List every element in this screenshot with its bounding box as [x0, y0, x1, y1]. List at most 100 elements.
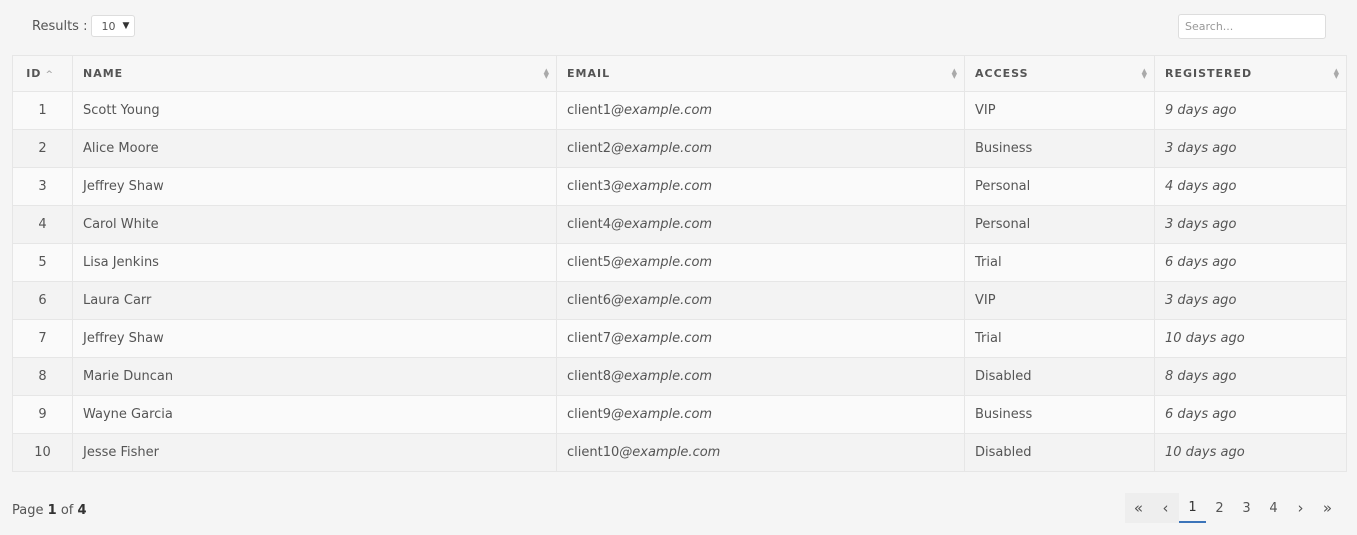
cell-id: 6 [12, 281, 73, 320]
cell-access: VIP [964, 91, 1155, 130]
page-button-3[interactable]: 3 [1233, 493, 1260, 523]
email-domain: @example.com [610, 217, 713, 232]
table-row[interactable]: 5 Lisa Jenkins client5@example.com Trial… [12, 243, 1347, 282]
email-user: client9 [567, 407, 611, 422]
current-page: 1 [47, 503, 57, 518]
cell-id: 9 [12, 395, 73, 434]
pagination: « ‹ 1 2 3 4 › » [1125, 493, 1341, 523]
cell-name: Jeffrey Shaw [72, 319, 557, 358]
first-page-button[interactable]: « [1125, 493, 1152, 523]
cell-registered: 10 days ago [1154, 433, 1347, 472]
email-domain: @example.com [610, 407, 713, 422]
page-button-1[interactable]: 1 [1179, 493, 1206, 523]
page-info: Page 1 of 4 [12, 503, 87, 518]
table-row[interactable]: 9 Wayne Garcia client9@example.com Busin… [12, 395, 1347, 434]
cell-email: client8@example.com [556, 357, 965, 396]
email-domain: @example.com [610, 179, 713, 194]
next-page-button[interactable]: › [1287, 493, 1314, 523]
cell-registered: 3 days ago [1154, 205, 1347, 244]
table-row[interactable]: 1 Scott Young client1@example.com VIP 9 … [12, 91, 1347, 130]
cell-access: VIP [964, 281, 1155, 320]
sort-ascending-icon: ^ [45, 70, 54, 80]
cell-registered: 6 days ago [1154, 395, 1347, 434]
page-word: Page [12, 503, 44, 518]
email-user: client10 [567, 445, 620, 460]
cell-name: Lisa Jenkins [72, 243, 557, 282]
email-domain: @example.com [610, 331, 713, 346]
search-input[interactable] [1178, 14, 1326, 39]
cell-email: client6@example.com [556, 281, 965, 320]
cell-id: 1 [12, 91, 73, 130]
caret-down-icon: ▼ [122, 21, 130, 31]
cell-registered: 3 days ago [1154, 281, 1347, 320]
cell-id: 4 [12, 205, 73, 244]
cell-name: Wayne Garcia [72, 395, 557, 434]
cell-registered: 10 days ago [1154, 319, 1347, 358]
page-button-4[interactable]: 4 [1260, 493, 1287, 523]
column-label: EMAIL [567, 67, 611, 80]
email-user: client6 [567, 293, 611, 308]
cell-email: client7@example.com [556, 319, 965, 358]
cell-id: 3 [12, 167, 73, 206]
table-row[interactable]: 3 Jeffrey Shaw client3@example.com Perso… [12, 167, 1347, 206]
cell-access: Business [964, 395, 1155, 434]
page-button-2[interactable]: 2 [1206, 493, 1233, 523]
cell-name: Jeffrey Shaw [72, 167, 557, 206]
table-header-row: ID ^ NAME ▲ ▼ EMAIL ▲ ▼ ACCESS ▲ ▼ REGISTERE… [12, 55, 1347, 92]
table-row[interactable]: 4 Carol White client4@example.com Person… [12, 205, 1347, 244]
cell-access: Disabled [964, 433, 1155, 472]
table-row[interactable]: 6 Laura Carr client6@example.com VIP 3 d… [12, 281, 1347, 320]
last-page-button[interactable]: » [1314, 493, 1341, 523]
column-header-registered[interactable]: REGISTERED ▲ ▼ [1154, 55, 1347, 92]
cell-email: client10@example.com [556, 433, 965, 472]
cell-id: 2 [12, 129, 73, 168]
email-domain: @example.com [619, 445, 721, 460]
cell-id: 10 [12, 433, 73, 472]
column-label: ACCESS [975, 67, 1029, 80]
table-row[interactable]: 2 Alice Moore client2@example.com Busine… [12, 129, 1347, 168]
cell-registered: 8 days ago [1154, 357, 1347, 396]
cell-name: Jesse Fisher [72, 433, 557, 472]
column-label: REGISTERED [1165, 67, 1253, 80]
cell-access: Disabled [964, 357, 1155, 396]
email-user: client2 [567, 141, 611, 156]
column-header-email[interactable]: EMAIL ▲ ▼ [556, 55, 965, 92]
column-header-name[interactable]: NAME ▲ ▼ [72, 55, 557, 92]
table-row[interactable]: 8 Marie Duncan client8@example.com Disab… [12, 357, 1347, 396]
cell-email: client2@example.com [556, 129, 965, 168]
email-user: client1 [567, 103, 611, 118]
results-label: Results : [32, 18, 88, 34]
email-domain: @example.com [610, 293, 713, 308]
cell-registered: 9 days ago [1154, 91, 1347, 130]
cell-id: 7 [12, 319, 73, 358]
cell-id: 8 [12, 357, 73, 396]
cell-registered: 3 days ago [1154, 129, 1347, 168]
results-value: 10 [101, 19, 116, 33]
email-domain: @example.com [610, 141, 713, 156]
cell-email: client4@example.com [556, 205, 965, 244]
cell-email: client5@example.com [556, 243, 965, 282]
prev-page-button[interactable]: ‹ [1152, 493, 1179, 523]
cell-access: Trial [964, 243, 1155, 282]
table-toolbar: Results : 10 ▼ [0, 0, 1357, 55]
cell-name: Alice Moore [72, 129, 557, 168]
cell-name: Marie Duncan [72, 357, 557, 396]
cell-access: Trial [964, 319, 1155, 358]
email-user: client5 [567, 255, 611, 270]
column-header-access[interactable]: ACCESS ▲ ▼ [964, 55, 1155, 92]
table-row[interactable]: 10 Jesse Fisher client10@example.com Dis… [12, 433, 1347, 472]
cell-access: Business [964, 129, 1155, 168]
column-header-id[interactable]: ID ^ [12, 55, 73, 92]
cell-name: Carol White [72, 205, 557, 244]
cell-name: Scott Young [72, 91, 557, 130]
results-select[interactable]: 10 ▼ [91, 15, 136, 37]
email-domain: @example.com [610, 255, 713, 270]
table-row[interactable]: 7 Jeffrey Shaw client7@example.com Trial… [12, 319, 1347, 358]
cell-registered: 6 days ago [1154, 243, 1347, 282]
column-label: NAME [83, 67, 124, 80]
cell-access: Personal [964, 167, 1155, 206]
email-user: client7 [567, 331, 611, 346]
total-pages: 4 [77, 503, 87, 518]
cell-name: Laura Carr [72, 281, 557, 320]
email-user: client4 [567, 217, 611, 232]
